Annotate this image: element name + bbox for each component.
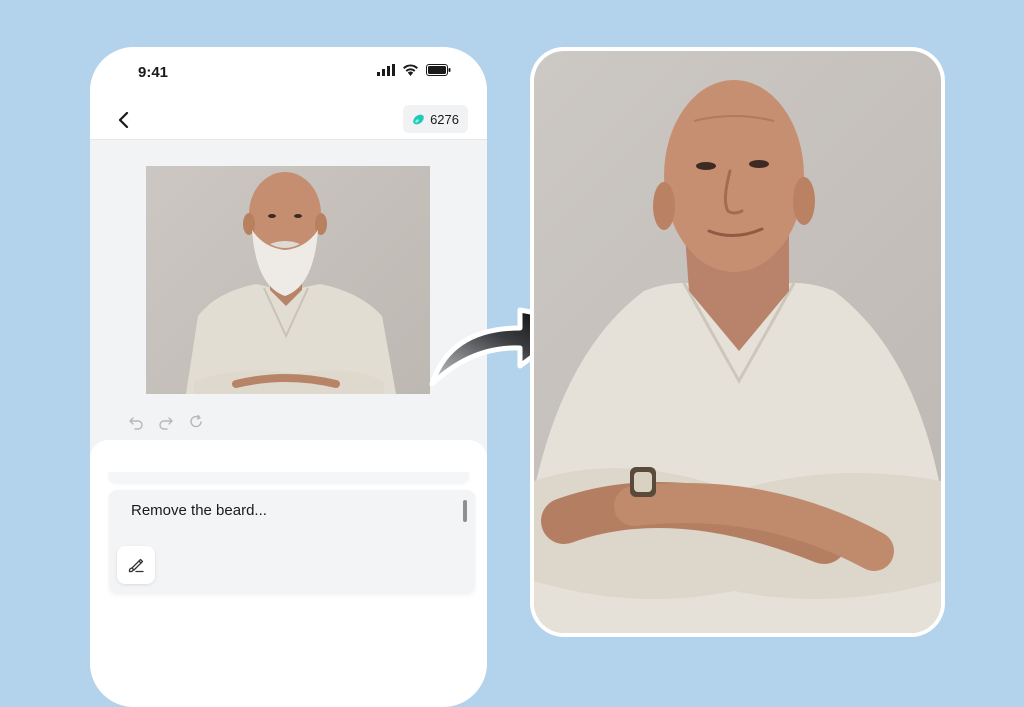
credits-badge[interactable]: 6276: [403, 105, 468, 133]
result-card: [530, 47, 945, 637]
status-icons: [377, 64, 451, 76]
wifi-icon: [403, 64, 418, 76]
brush-icon: [128, 558, 144, 573]
history-controls: [128, 414, 204, 430]
prompt-input[interactable]: Remove the beard...: [109, 490, 475, 593]
battery-icon: [426, 64, 451, 76]
status-time: 9:41: [138, 64, 169, 81]
chevron-left-icon[interactable]: [114, 109, 134, 131]
prompt-scrollbar[interactable]: [463, 500, 467, 522]
sheet-divider: [108, 472, 469, 482]
brush-button[interactable]: [117, 546, 155, 584]
undo-icon[interactable]: [128, 414, 144, 430]
signal-icon: [377, 64, 395, 76]
original-photo: [146, 166, 430, 394]
credits-count: 6276: [430, 111, 459, 127]
refresh-icon[interactable]: [188, 414, 204, 430]
status-bar: 9:41: [90, 47, 487, 99]
gem-icon: [413, 114, 424, 124]
result-photo: [534, 51, 941, 633]
redo-icon[interactable]: [158, 414, 174, 430]
nav-bar: 6276: [90, 99, 487, 140]
prompt-text: Remove the beard...: [131, 502, 267, 519]
prompt-sheet: Remove the beard...: [90, 440, 487, 707]
